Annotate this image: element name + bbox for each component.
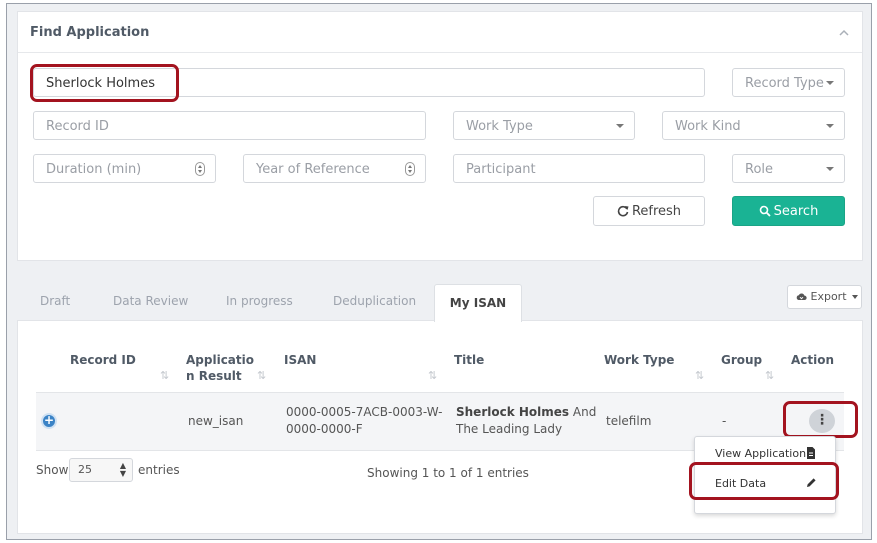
record-id-input[interactable]: Record ID [33,111,426,140]
sort-icon[interactable]: ⇅ [160,369,169,382]
export-label: Export [810,290,847,303]
work-type-select[interactable]: Work Type [453,111,635,140]
caret-down-icon [852,295,859,299]
refresh-icon [617,205,629,217]
tab-data-review[interactable]: Data Review [113,294,188,308]
role-select[interactable]: Role [732,154,845,183]
record-type-select[interactable]: Record Type [732,68,845,97]
tab-my-isan[interactable]: My ISAN [434,284,522,322]
year-placeholder: Year of Reference [256,162,370,177]
panel-title: Find Application [30,25,150,40]
cell-title-line1: Sherlock Holmes And [456,404,596,421]
show-label: Show [36,463,69,477]
caret-down-icon [826,124,834,128]
stepper-icon[interactable] [195,162,205,176]
record-id-placeholder: Record ID [46,119,109,134]
col-action: Action [791,353,835,367]
expand-row-icon[interactable]: + [41,413,57,429]
col-work-type[interactable]: Work Type [604,352,674,368]
work-kind-label: Work Kind [675,119,741,134]
tab-draft[interactable]: Draft [40,294,70,308]
export-button[interactable]: Export [787,285,862,309]
caret-down-icon [616,124,624,128]
tab-deduplication[interactable]: Deduplication [333,294,416,308]
menu-item-view-application[interactable]: View Application [715,447,806,460]
action-highlight [783,401,858,438]
cloud-download-icon [796,293,807,300]
search-highlight [30,64,179,102]
col-application-result-line1[interactable]: Applicatio [186,352,254,368]
cell-title-rest: And [569,405,597,419]
cell-group: - [722,414,727,428]
sort-icon[interactable]: ⇅ [428,369,437,382]
chevron-up-icon[interactable] [838,27,850,39]
search-icon [759,205,771,217]
search-button[interactable]: Search [732,196,845,226]
work-kind-select[interactable]: Work Kind [662,111,845,140]
caret-down-icon [826,81,834,85]
participant-placeholder: Participant [466,162,536,177]
tab-my-isan-label: My ISAN [449,296,507,310]
cell-title-bold: Sherlock Holmes [456,405,570,419]
col-application-result-line2[interactable]: n Result [186,368,242,384]
stepper-icon[interactable] [405,162,415,176]
document-icon [807,447,815,459]
sort-icon[interactable]: ⇅ [695,369,704,382]
col-title[interactable]: Title [454,352,484,368]
sort-icon[interactable]: ⇅ [257,369,266,382]
caret-down-icon [826,167,834,171]
search-label: Search [773,204,819,219]
tab-in-progress[interactable]: In progress [226,294,293,308]
updown-icon: ▲ ▼ [119,461,126,478]
cell-work-type: telefilm [606,414,652,428]
cell-title-line2: The Leading Lady [456,422,563,436]
table-summary: Showing 1 to 1 of 1 entries [367,466,529,480]
duration-input[interactable]: Duration (min) [33,154,216,183]
duration-placeholder: Duration (min) [46,162,142,177]
cell-application-result: new_isan [188,414,244,428]
col-record-id[interactable]: Record ID [70,352,136,368]
refresh-button[interactable]: Refresh [593,196,705,226]
cell-isan-line2: 0000-0000-F [286,422,363,436]
page-length-select[interactable]: 25 ▲ ▼ [69,458,133,482]
record-type-label: Record Type [745,76,824,91]
participant-input[interactable]: Participant [453,154,705,183]
col-isan[interactable]: ISAN [284,352,316,368]
entries-label: entries [138,463,180,477]
edit-data-highlight [689,462,839,500]
work-type-label: Work Type [466,119,533,134]
refresh-label: Refresh [631,204,682,219]
sort-icon[interactable]: ⇅ [765,369,774,382]
role-label: Role [745,162,774,177]
year-of-reference-input[interactable]: Year of Reference [243,154,426,183]
panel-header: Find Application [18,12,862,53]
page-length-value: 25 [78,463,92,476]
col-group[interactable]: Group [721,352,762,368]
cell-isan-line1: 0000-0005-7ACB-0003-W- [286,405,443,419]
